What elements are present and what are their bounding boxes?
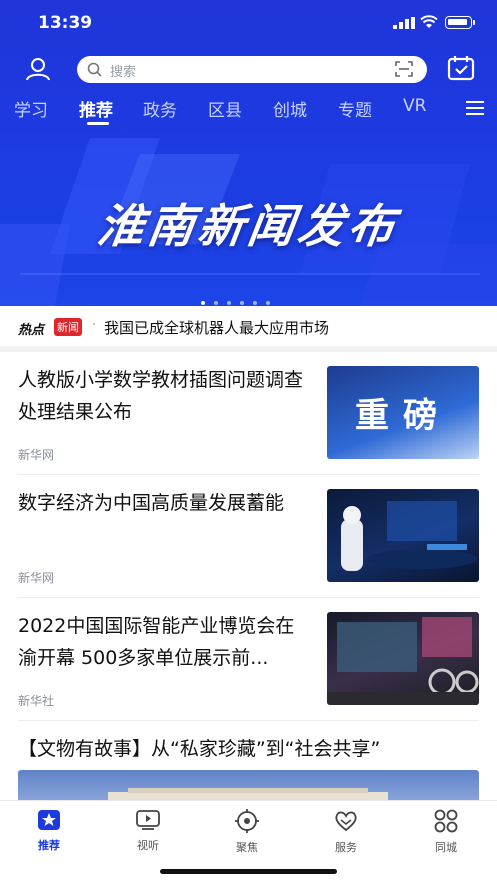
- news-thumbnail[interactable]: 重磅: [327, 366, 479, 459]
- news-title[interactable]: 2022中国国际智能产业博览会在渝开幕 500多家单位展示前...: [18, 610, 313, 674]
- hot-news-bar[interactable]: 热点 新闻 · 我国已成全球机器人最大应用市场: [0, 306, 497, 346]
- news-thumbnail[interactable]: [327, 489, 479, 582]
- carousel-dot: [214, 301, 218, 305]
- tab-topics[interactable]: 专题: [338, 96, 372, 121]
- tab-recommend[interactable]: 推荐: [79, 96, 113, 121]
- tabbar-recommend[interactable]: 推荐: [19, 809, 79, 853]
- banner-title: 淮南新闻发布: [94, 199, 402, 253]
- tab-study[interactable]: 学习: [14, 96, 48, 121]
- news-source: 新华社: [18, 694, 55, 708]
- news-source: 新华网: [18, 448, 55, 462]
- news-item[interactable]: 2022中国国际智能产业博览会在渝开幕 500多家单位展示前... 新华社: [0, 598, 497, 721]
- wifi-icon: [420, 15, 438, 28]
- thumbnail-text: 重磅: [355, 396, 451, 436]
- channel-tabs: 学习 推荐 政务 区县 创城 专题 VR: [0, 96, 497, 126]
- status-time: 13:39: [38, 13, 93, 33]
- battery-icon: [445, 16, 472, 29]
- target-icon: [235, 809, 259, 833]
- expo-image: [327, 617, 479, 705]
- carousel-dot: [227, 301, 231, 305]
- carousel-dot: [266, 301, 270, 305]
- play-icon: [136, 810, 160, 830]
- feature-image[interactable]: [18, 770, 479, 804]
- search-bar[interactable]: 搜索: [77, 56, 427, 83]
- signal-icon: [393, 17, 415, 29]
- menu-icon[interactable]: [466, 100, 484, 116]
- hot-news-logo: 热点: [18, 323, 45, 338]
- tabbar-media[interactable]: 视听: [118, 809, 178, 853]
- hot-news-text[interactable]: 我国已成全球机器人最大应用市场: [104, 317, 329, 338]
- user-icon[interactable]: [25, 56, 51, 82]
- grid-icon: [434, 809, 458, 833]
- tab-district[interactable]: 区县: [208, 96, 242, 121]
- carousel-dot: [240, 301, 244, 305]
- calendar-check-icon[interactable]: [447, 55, 475, 81]
- star-icon: [38, 810, 60, 830]
- hot-news-tag: 新闻: [54, 318, 82, 336]
- news-title[interactable]: 人教版小学数学教材插图问题调查处理结果公布: [18, 364, 313, 428]
- carousel-dot: [253, 301, 257, 305]
- header: 13:39 搜索 学习 推荐 政务 区县 创城 专题 VR 淮南新闻发布: [0, 0, 497, 306]
- heart-icon: [335, 811, 357, 832]
- carousel-dots: [201, 290, 279, 306]
- news-source: 新华网: [18, 571, 55, 585]
- news-item[interactable]: 人教版小学数学教材插图问题调查处理结果公布 新华网 重磅: [0, 352, 497, 475]
- status-bar: 13:39: [0, 0, 497, 46]
- tab-civilization[interactable]: 创城: [273, 96, 307, 121]
- tab-government[interactable]: 政务: [143, 96, 177, 121]
- home-indicator: [160, 869, 337, 874]
- robot-exhibit-image: [341, 501, 477, 571]
- tabbar-focus[interactable]: 聚焦: [217, 809, 277, 855]
- search-placeholder: 搜索: [110, 65, 137, 80]
- news-title[interactable]: 数字经济为中国高质量发展蓄能: [18, 487, 313, 519]
- tab-vr[interactable]: VR: [403, 96, 426, 116]
- search-icon: [87, 62, 102, 77]
- feature-title[interactable]: 【文物有故事】从“私家珍藏”到“社会共享”: [18, 734, 380, 761]
- scan-icon[interactable]: [395, 61, 413, 77]
- active-tab-indicator: [87, 122, 109, 125]
- carousel-dot: [201, 301, 205, 305]
- tabbar-service[interactable]: 服务: [316, 809, 376, 855]
- news-thumbnail[interactable]: [327, 612, 479, 705]
- news-item[interactable]: 数字经济为中国高质量发展蓄能 新华网: [0, 475, 497, 598]
- tabbar-local[interactable]: 同城: [416, 809, 476, 855]
